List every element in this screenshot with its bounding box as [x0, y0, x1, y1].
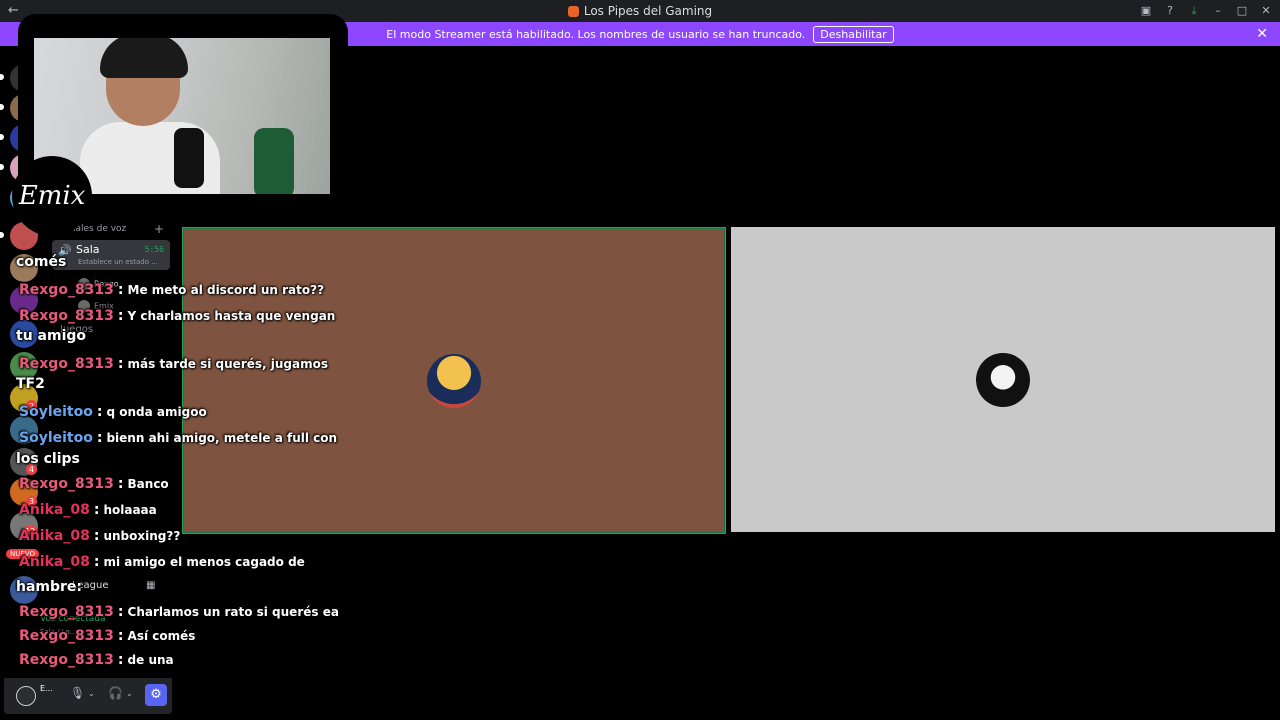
stream-chat-overlay: comés Rexgo_8313: Me meto al discord un r…	[16, 250, 339, 680]
add-channel-icon[interactable]: +	[154, 222, 164, 236]
user-avatar[interactable]	[16, 686, 36, 706]
chat-message: Anika_08: unboxing??	[19, 528, 181, 544]
unread-indicator	[0, 104, 4, 110]
unread-indicator	[0, 232, 4, 238]
chat-message: Rexgo_8313: Banco	[19, 476, 169, 492]
help-icon[interactable]: ?	[1164, 5, 1176, 17]
chat-message: Soyleitoo: bienn ahi amigo, metele a full…	[19, 430, 338, 446]
chat-message: Rexgo_8313: Y charlamos hasta que vengan	[19, 308, 336, 324]
chat-username: Rexgo_8313	[19, 282, 114, 298]
chat-wrap-text: los clips	[16, 451, 80, 467]
chat-username: Rexgo_8313	[19, 604, 114, 620]
chevron-down-icon[interactable]: ⌄	[126, 689, 133, 698]
chat-message: Rexgo_8313: más tarde si querés, jugamos	[19, 356, 328, 372]
disable-streamer-button[interactable]: Deshabilitar	[813, 25, 894, 43]
chat-username: Soyleitoo	[19, 404, 93, 420]
banner-close-icon[interactable]: ✕	[1256, 26, 1268, 42]
user-settings-gear-icon[interactable]: ⚙	[145, 684, 167, 706]
banner-message: El modo Streamer está habilitado. Los no…	[386, 27, 806, 41]
participant-avatar	[976, 352, 1030, 407]
back-arrow-icon[interactable]: ←	[8, 3, 19, 18]
chat-wrap-text: TF2	[16, 376, 45, 392]
chat-username: Soyleitoo	[19, 430, 93, 446]
app-logo-icon	[567, 5, 579, 17]
chat-username: Rexgo_8313	[19, 628, 114, 644]
chevron-down-icon[interactable]: ⌄	[88, 689, 95, 698]
chat-username: Anika_08	[19, 528, 90, 544]
microphone-icon[interactable]: 🎙	[70, 686, 85, 700]
chat-message: Rexgo_8313: Charlamos un rato si querés e…	[19, 604, 339, 620]
chat-message: Anika_08: holaaaa	[19, 502, 157, 518]
unread-indicator	[0, 74, 4, 80]
user-panel: E... 🎙 ⌄ 🎧 ⌄ ⚙	[4, 678, 172, 714]
video-tile-emix[interactable]	[731, 227, 1275, 532]
chat-message: Rexgo_8313: Me meto al discord un rato??	[19, 282, 325, 298]
chat-wrap-text: tu amigo	[16, 328, 87, 344]
chat-message: Soyleitoo: q onda amigoo	[19, 404, 207, 420]
chat-username: Rexgo_8313	[19, 308, 114, 324]
participant-avatar	[427, 353, 481, 408]
close-icon[interactable]: ✕	[1260, 5, 1272, 17]
chat-wrap-text: comés	[16, 254, 67, 270]
chat-message: Rexgo_8313: de una	[19, 652, 174, 668]
minimize-icon[interactable]: –	[1212, 5, 1224, 17]
chat-message: Anika_08: mi amigo el menos cagado de	[19, 554, 305, 570]
maximize-icon[interactable]: □	[1236, 5, 1248, 17]
streamer-logo: Emix	[12, 156, 92, 236]
chat-username: Rexgo_8313	[19, 356, 114, 372]
chat-username: Anika_08	[19, 554, 90, 570]
user-name[interactable]: E...	[40, 684, 53, 693]
download-icon[interactable]: ⤓	[1188, 5, 1200, 17]
chat-username: Rexgo_8313	[19, 652, 114, 668]
chat-username: Rexgo_8313	[19, 476, 114, 492]
window-controls: ▣ ? ⤓ – □ ✕	[1140, 0, 1272, 22]
unread-indicator	[0, 134, 4, 140]
chat-message: Rexgo_8313: Así comés	[19, 628, 196, 644]
window-title: Los Pipes del Gaming	[583, 4, 713, 18]
headphones-icon[interactable]: 🎧	[108, 686, 123, 700]
chat-wrap-text: hambre:	[16, 579, 83, 595]
chat-username: Anika_08	[19, 502, 90, 518]
unread-indicator	[0, 164, 4, 170]
inbox-icon[interactable]: ▣	[1140, 5, 1152, 17]
